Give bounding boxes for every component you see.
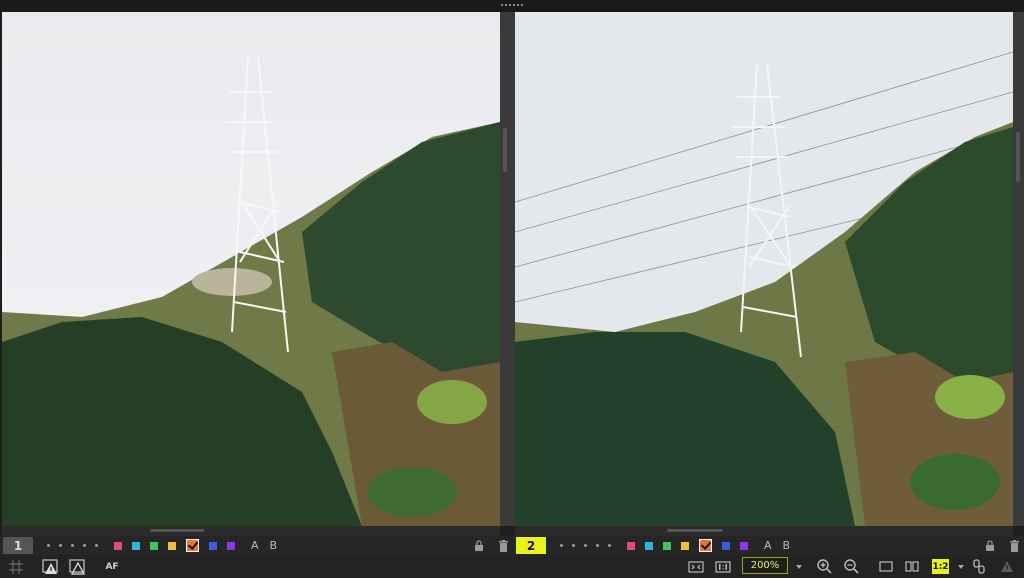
color-label-purple[interactable]	[227, 541, 235, 550]
zoom-dropdown-chevron-icon[interactable]	[794, 555, 804, 578]
pane-number-badge[interactable]: 1	[3, 537, 33, 554]
label-b[interactable]: B	[783, 539, 791, 552]
color-label-cyan[interactable]	[132, 541, 140, 550]
grid-icon[interactable]	[6, 555, 26, 578]
color-label-blue[interactable]	[209, 541, 217, 550]
trash-icon[interactable]	[498, 539, 509, 552]
split-layout-button[interactable]: 1:2	[931, 555, 950, 578]
left-horizontal-scroll-thumb[interactable]	[150, 529, 204, 532]
rating-stars[interactable]	[560, 544, 611, 547]
color-label-set	[627, 539, 748, 552]
color-label-cyan[interactable]	[645, 541, 653, 550]
right-horizontal-scroll-thumb[interactable]	[667, 529, 723, 532]
actual-size-icon[interactable]	[713, 555, 733, 578]
photo-left	[2, 12, 500, 526]
label-b[interactable]: B	[270, 539, 278, 552]
left-info-row: 1 A B	[0, 536, 513, 555]
left-vertical-scroll-thumb[interactable]	[503, 128, 507, 172]
color-label-orange-checked[interactable]	[186, 539, 199, 552]
color-label-set	[114, 539, 235, 552]
label-a[interactable]: A	[764, 539, 772, 552]
image-pane-left[interactable]	[2, 12, 500, 526]
color-label-purple[interactable]	[740, 541, 748, 550]
right-vertical-scroll-thumb[interactable]	[1016, 132, 1020, 182]
bottom-toolbar: AF 1:2	[0, 555, 1024, 578]
lock-icon[interactable]	[474, 540, 484, 551]
alert-icon[interactable]	[998, 555, 1016, 578]
resize-grip[interactable]	[501, 4, 523, 7]
pane-divider[interactable]	[500, 12, 515, 526]
label-a[interactable]: A	[251, 539, 259, 552]
pane-number-badge-active[interactable]: 2	[516, 537, 546, 554]
af-point-toggle[interactable]: AF	[100, 555, 124, 578]
color-label-green[interactable]	[663, 541, 671, 550]
color-label-yellow[interactable]	[168, 541, 176, 550]
color-label-pink[interactable]	[114, 541, 122, 550]
trash-icon[interactable]	[1009, 539, 1020, 552]
right-vertical-scrollbar[interactable]	[1013, 12, 1024, 526]
zoom-level-field[interactable]: 200%	[742, 557, 788, 574]
color-label-blue[interactable]	[722, 541, 730, 550]
color-label-green[interactable]	[150, 541, 158, 550]
single-view-icon[interactable]	[877, 555, 895, 578]
sync-link-icon[interactable]	[970, 555, 988, 578]
shadow-warning-icon[interactable]	[67, 555, 89, 578]
color-label-orange-checked[interactable]	[699, 539, 712, 552]
layout-dropdown-chevron-icon[interactable]	[956, 555, 966, 578]
right-horizontal-scrollbar[interactable]	[515, 526, 1013, 536]
image-pane-right[interactable]	[515, 12, 1013, 526]
left-horizontal-scrollbar[interactable]	[2, 526, 500, 536]
highlight-warning-icon[interactable]	[40, 555, 62, 578]
photo-right	[515, 12, 1013, 526]
zoom-out-icon[interactable]	[841, 555, 861, 578]
color-label-pink[interactable]	[627, 541, 635, 550]
compare-view-icon[interactable]	[903, 555, 921, 578]
color-label-yellow[interactable]	[681, 541, 689, 550]
split-layout-label: 1:2	[932, 559, 949, 574]
top-bar	[0, 0, 1024, 12]
rating-stars[interactable]	[47, 544, 98, 547]
right-info-row: 2 A B	[513, 536, 1024, 555]
zoom-in-icon[interactable]	[814, 555, 834, 578]
lock-icon[interactable]	[985, 540, 995, 551]
fit-screen-icon[interactable]	[686, 555, 706, 578]
